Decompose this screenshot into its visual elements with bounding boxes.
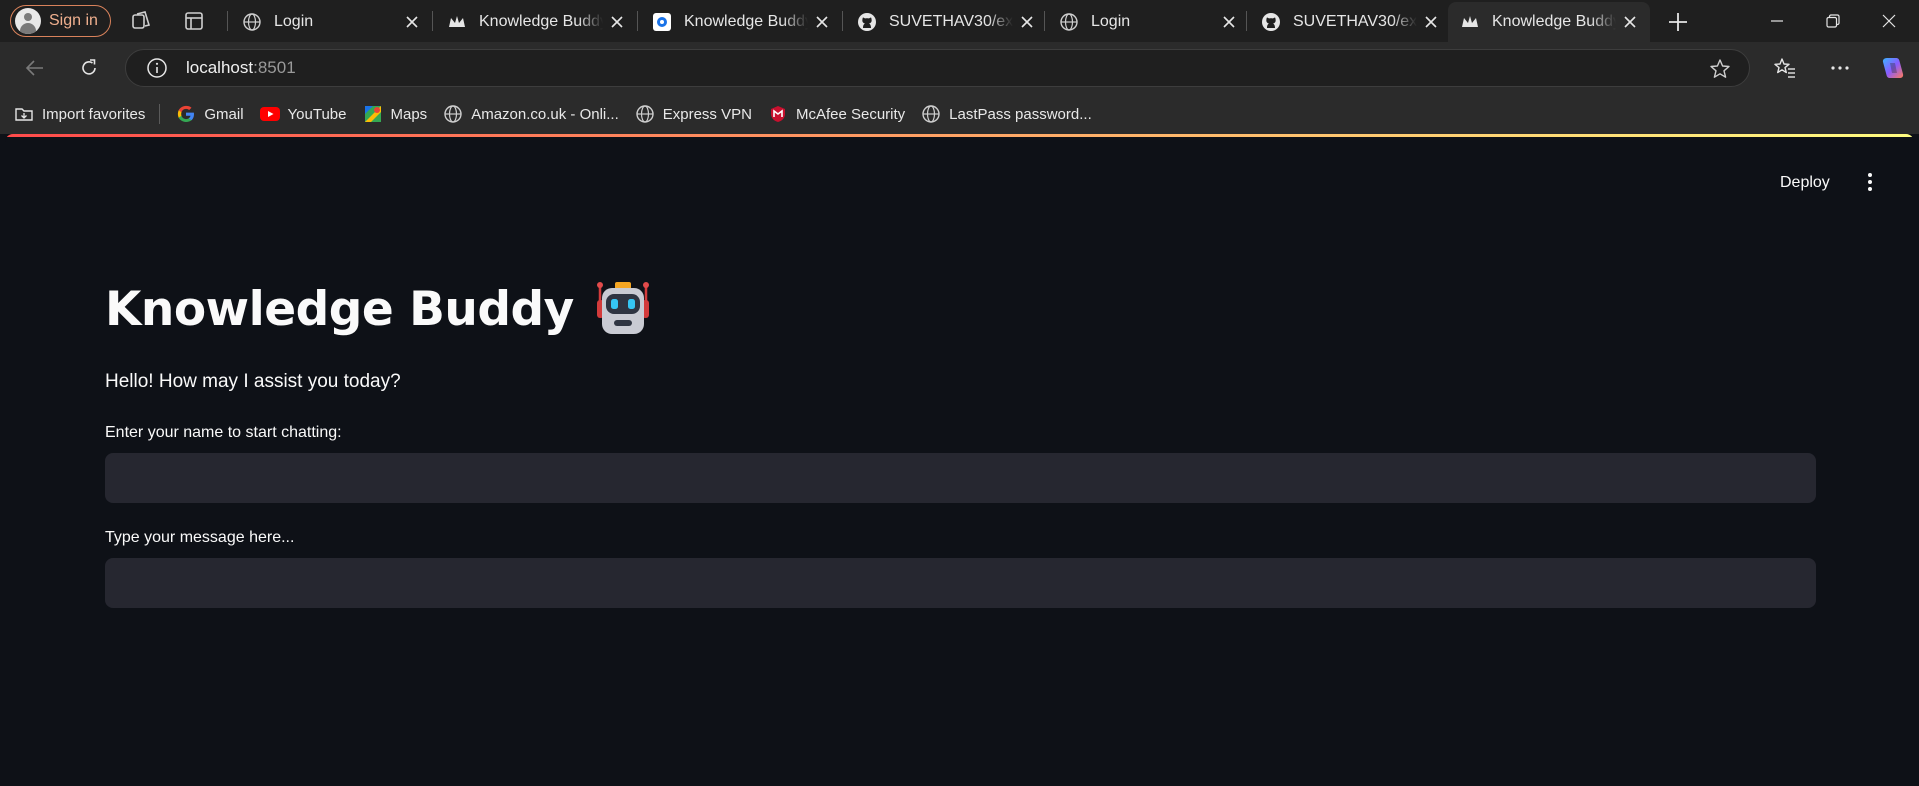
browser-tab-bar: Sign in Login Knowledge Buddy i Knowledg… [0,0,1919,42]
url-port: :8501 [253,58,296,77]
tab-title: Knowledge Buddy i [479,13,603,30]
profile-sign-in-button[interactable]: Sign in [10,5,111,37]
bookmark-maps[interactable]: Maps [355,98,436,130]
globe-icon [443,104,463,124]
tab-separator [227,11,228,31]
tab-separator [637,11,638,31]
tab-title: Login [274,13,314,30]
deploy-button[interactable]: Deploy [1772,170,1838,196]
tab-separator [1044,11,1045,31]
vertical-tabs-icon[interactable] [183,10,205,32]
more-options-icon[interactable] [1824,52,1856,84]
streamlit-app: Deploy Knowledge Buddy Hello! How may I … [5,134,1914,786]
message-input-label: Type your message here... [105,529,295,546]
tab-separator [1246,11,1247,31]
url-text: localhost:8501 [186,58,296,78]
google-icon [176,104,196,124]
bookmark-amazon[interactable]: Amazon.co.uk - Onli... [435,98,627,130]
tab-login-1[interactable]: Login [230,2,432,42]
bookmark-label: Gmail [204,105,244,123]
globe-icon [635,104,655,124]
robot-icon [596,282,649,334]
tab-github-2[interactable]: SUVETHAV30/extra [1249,2,1451,42]
maps-icon [363,104,383,124]
tab-close-icon[interactable] [603,8,631,36]
github-icon [857,12,877,32]
streamlit-crown-icon [1460,12,1480,32]
tab-title: SUVETHAV30/extra [889,13,1013,30]
browser-toolbar: localhost:8501 [0,42,1919,94]
close-window-icon[interactable] [1861,0,1917,42]
mcafee-icon [768,104,788,124]
name-input-label: Enter your name to start chatting: [105,424,342,441]
bookmark-label: YouTube [287,105,347,123]
globe-icon [242,12,262,32]
tab-close-icon[interactable] [1013,8,1041,36]
copilot-icon[interactable] [1877,52,1909,84]
tab-github-1[interactable]: SUVETHAV30/extra [845,2,1047,42]
minimize-window-icon[interactable] [1749,0,1805,42]
page-title: Knowledge Buddy [105,280,652,338]
youtube-icon [259,104,280,124]
address-bar[interactable]: localhost:8501 [125,49,1750,87]
tab-close-icon[interactable] [1417,8,1445,36]
bookmark-label: LastPass password... [949,105,1092,123]
site-info-icon[interactable] [146,57,168,79]
github-icon [1261,12,1281,32]
tab-title: Login [1091,13,1131,30]
tab-title: SUVETHAV30/extra [1293,13,1417,30]
profile-avatar-icon [15,8,41,34]
bookmark-import-favorites[interactable]: Import favorites [6,98,153,130]
main-menu-icon[interactable] [1858,168,1882,196]
restore-window-icon[interactable] [1805,0,1861,42]
favorites-icon[interactable] [1769,52,1801,84]
profile-sign-in-label: Sign in [49,12,98,29]
tab-knowledge-buddy-active[interactable]: Knowledge Buddy i [1448,2,1650,42]
blue-app-icon [652,12,672,32]
globe-icon [921,104,941,124]
favorites-bar: Import favorites Gmail YouTube Maps Amaz… [0,94,1919,134]
bookmark-youtube[interactable]: YouTube [252,98,355,130]
globe-icon [1059,12,1079,32]
streamlit-crown-icon [447,12,467,32]
tab-close-icon[interactable] [1215,8,1243,36]
tab-close-icon[interactable] [398,8,426,36]
tab-knowledge-buddy-1[interactable]: Knowledge Buddy i [435,2,637,42]
tab-close-icon[interactable] [808,8,836,36]
bookmark-gmail[interactable]: Gmail [168,98,251,130]
bookmark-label: Express VPN [662,105,752,123]
bookmark-separator [159,104,161,124]
bookmark-label: Amazon.co.uk - Onli... [471,105,619,123]
favorite-star-icon[interactable] [1709,58,1731,80]
tab-close-icon[interactable] [1616,8,1644,36]
back-arrow-icon[interactable] [19,52,51,84]
name-input[interactable] [105,453,1816,503]
tab-title: Knowledge Buddy i [1492,13,1616,30]
bookmark-label: Maps [390,105,428,123]
bookmark-express-vpn[interactable]: Express VPN [627,98,760,130]
bookmark-mcafee[interactable]: McAfee Security [760,98,913,130]
refresh-icon[interactable] [73,52,105,84]
url-host: localhost [186,58,254,77]
new-tab-plus-icon[interactable] [1664,8,1692,36]
tab-separator [432,11,433,31]
workspaces-icon[interactable] [130,10,152,32]
bookmark-lastpass[interactable]: LastPass password... [913,98,1100,130]
tab-knowledge-buddy-2[interactable]: Knowledge Buddy i [640,2,842,42]
bookmark-label: Import favorites [42,105,146,123]
page-title-text: Knowledge Buddy [105,281,574,337]
import-favorites-icon [14,104,34,124]
tab-login-2[interactable]: Login [1047,2,1249,42]
tab-title: Knowledge Buddy i [684,13,808,30]
bookmark-label: McAfee Security [795,105,906,123]
message-input[interactable] [105,558,1816,608]
tab-separator [842,11,843,31]
app-header-decoration [5,134,1914,137]
greeting-text: Hello! How may I assist you today? [105,371,401,392]
